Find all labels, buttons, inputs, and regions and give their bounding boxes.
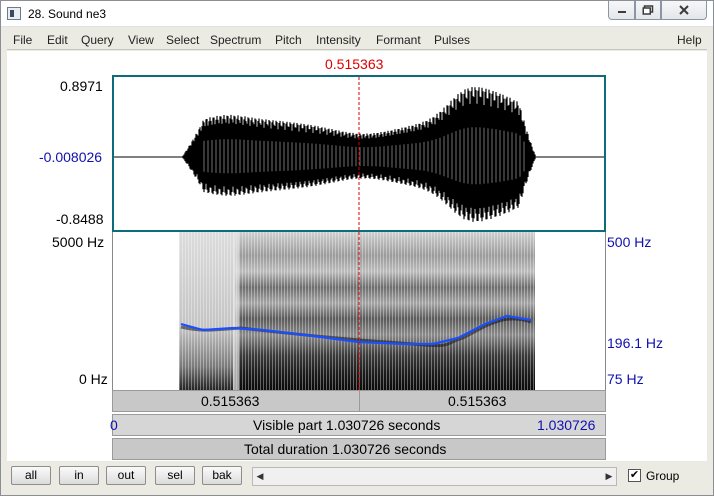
menu-file[interactable]: File (13, 33, 32, 47)
waveform-signal (182, 87, 536, 222)
menu-view[interactable]: View (128, 33, 154, 47)
zoom-out-button[interactable]: out (106, 466, 146, 485)
spectrogram-top-frequency: 5000 Hz (52, 234, 105, 250)
menu-bar: File Edit Query View Select Spectrum Pit… (7, 30, 707, 50)
total-duration-label[interactable]: Total duration 1.030726 seconds (244, 441, 446, 457)
menu-spectrum[interactable]: Spectrum (210, 33, 261, 47)
visible-part-bar[interactable]: 0 Visible part 1.030726 seconds 1.030726 (110, 414, 606, 436)
left-segment-duration[interactable]: 0.515363 (201, 393, 259, 409)
menu-edit[interactable]: Edit (47, 33, 68, 47)
selection-bar[interactable]: 0.515363 0.515363 (112, 390, 606, 412)
total-duration-bar[interactable]: Total duration 1.030726 seconds (112, 438, 606, 460)
horizontal-scrollbar[interactable]: ◀ ▶ (252, 467, 617, 486)
cursor-time-label: 0.515363 (325, 56, 384, 72)
menu-help[interactable]: Help (677, 33, 702, 47)
group-checkbox[interactable]: ✔ (628, 469, 641, 482)
restore-icon (642, 5, 654, 15)
maximize-button[interactable] (635, 1, 661, 20)
menu-query[interactable]: Query (81, 33, 114, 47)
waveform-plot (114, 87, 604, 222)
title-bar: 28. Sound ne3 (1, 1, 713, 27)
spectrogram-bottom-frequency: 0 Hz (79, 371, 108, 387)
visible-part-label[interactable]: Visible part 1.030726 seconds (253, 417, 440, 433)
app-icon (7, 7, 21, 20)
zoom-back-button[interactable]: bak (202, 466, 242, 485)
pitch-top-label: 500 Hz (607, 234, 652, 250)
spectrogram-panel[interactable] (112, 232, 606, 390)
praat-sound-window: 28. Sound ne3 File Edit Query View Selec… (0, 0, 714, 496)
menu-formant[interactable]: Formant (376, 33, 421, 47)
selection-divider (359, 391, 360, 411)
waveform-zero-label: -0.008026 (39, 149, 103, 165)
sound-editor-canvas[interactable]: 0.515363 0.8971 -0.008026 -0.8488 5000 H… (7, 51, 707, 461)
minimize-button[interactable] (608, 1, 635, 20)
menu-pulses[interactable]: Pulses (434, 33, 470, 47)
pitch-bottom-label: 75 Hz (607, 371, 644, 387)
window-title: 28. Sound ne3 (28, 7, 107, 21)
group-label: Group (646, 469, 680, 483)
spectrogram-onset-line (233, 232, 239, 390)
close-icon (679, 5, 689, 15)
scroll-right-icon[interactable]: ▶ (602, 468, 616, 485)
right-segment-duration[interactable]: 0.515363 (448, 393, 506, 409)
waveform-panel[interactable] (112, 75, 606, 232)
zoom-all-button[interactable]: all (11, 466, 51, 485)
pitch-value-label: 196.1 Hz (607, 335, 664, 351)
close-button[interactable] (661, 1, 707, 20)
spectrogram-plot (179, 232, 535, 390)
menu-intensity[interactable]: Intensity (316, 33, 361, 47)
waveform-max-label: 0.8971 (60, 78, 103, 94)
minimize-icon (617, 11, 626, 13)
menu-pitch[interactable]: Pitch (275, 33, 302, 47)
zoom-selection-button[interactable]: sel (155, 466, 195, 485)
zoom-in-button[interactable]: in (59, 466, 99, 485)
scroll-left-icon[interactable]: ◀ (253, 468, 267, 485)
spectrogram-striation (179, 232, 535, 390)
visible-end-time: 1.030726 (537, 417, 596, 433)
waveform-min-label: -0.8488 (56, 211, 104, 227)
menu-select[interactable]: Select (166, 33, 199, 47)
visible-start-time: 0 (110, 417, 118, 433)
bottom-toolbar: all in out sel bak ◀ ▶ ✔ Group (1, 461, 713, 495)
